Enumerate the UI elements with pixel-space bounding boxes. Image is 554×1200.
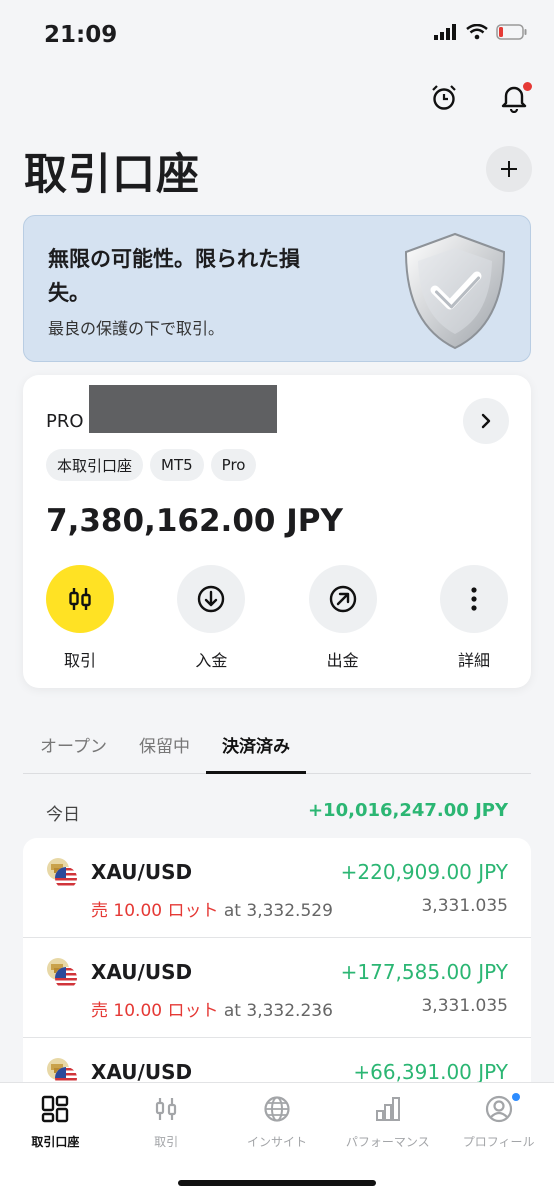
tabbar-insights[interactable]: インサイト [222, 1095, 332, 1150]
day-label: 今日 [46, 805, 80, 825]
promo-banner[interactable]: 無限の可能性。限られた損失。 最良の保護の下で取引。 [23, 215, 531, 362]
trade-action-button[interactable] [46, 565, 114, 633]
more-action-button[interactable] [439, 565, 508, 633]
tabbar-accounts[interactable]: 取引口座 [0, 1095, 110, 1150]
more-action-label: 詳細 [457, 651, 490, 670]
wifi-icon [466, 24, 488, 40]
candlestick-icon [69, 588, 91, 610]
profile-icon [485, 1095, 512, 1123]
tabbar-insights-label: インサイト [246, 1135, 307, 1149]
position-detail: 売 10.00 ロット at 3,332.236 [91, 996, 333, 1021]
tabbar-performance-label: パフォーマンス [345, 1135, 430, 1149]
position-detail: 売 10.00 ロット at 3,332.529 [91, 896, 333, 921]
globe-icon [264, 1096, 290, 1122]
more-vertical-icon [471, 587, 477, 611]
account-actions: 取引 入金 出金 詳細 [23, 565, 531, 671]
tabbar-trade[interactable]: 取引 [111, 1095, 221, 1150]
position-row[interactable]: XAU/USD +177,585.00 JPY 売 10.00 ロット at 3… [23, 938, 531, 1038]
position-row[interactable]: XAU/USD +220,909.00 JPY 売 10.00 ロット at 3… [23, 838, 531, 938]
tabbar-accounts-label: 取引口座 [31, 1135, 80, 1149]
account-tag: Pro [210, 449, 257, 481]
tab-pending[interactable]: 保留中 [123, 718, 206, 774]
arrow-down-circle-icon [198, 585, 225, 613]
position-open-price: at 3,332.236 [223, 1001, 333, 1021]
alarm-clock-icon [432, 85, 456, 110]
tab-closed[interactable]: 決済済み [205, 718, 306, 774]
notifications-button[interactable] [498, 82, 532, 114]
account-balance: 7,380,162.00 JPY [46, 503, 343, 539]
day-total: +10,016,247.00 JPY [307, 800, 508, 821]
deposit-action[interactable]: 入金 [176, 565, 246, 671]
position-pnl: +66,391.00 JPY [353, 1060, 508, 1084]
profile-notification-dot [511, 1093, 520, 1101]
withdraw-action[interactable]: 出金 [308, 565, 378, 671]
chevron-right-icon [481, 413, 491, 429]
signal-icon [434, 24, 456, 40]
gold-usd-flag-icon [47, 858, 77, 889]
position-symbol: XAU/USD [91, 1060, 193, 1084]
tabbar-trade-label: 取引 [154, 1135, 179, 1149]
withdraw-action-label: 出金 [326, 651, 359, 670]
candlestick-icon [156, 1098, 177, 1120]
page-title: 取引口座 [24, 150, 200, 200]
tabbar-performance[interactable]: パフォーマンス [333, 1095, 443, 1150]
account-tag: MT5 [150, 449, 204, 481]
banner-subtitle: 最良の保護の下で取引。 [48, 319, 225, 338]
tabbar-profile-label: プロフィール [462, 1135, 535, 1149]
deposit-action-button[interactable] [177, 565, 246, 633]
position-symbol: XAU/USD [91, 860, 193, 884]
position-close-price: 3,331.035 [421, 996, 508, 1016]
positions-tabs: オープン 保留中 決済済み [23, 718, 531, 774]
trade-action-label: 取引 [63, 651, 96, 670]
add-account-button[interactable] [486, 146, 532, 192]
position-side: 売 10.00 ロット [91, 1001, 219, 1021]
trade-action[interactable]: 取引 [45, 565, 115, 671]
status-time: 21:09 [44, 22, 118, 48]
bar-chart-icon [375, 1097, 400, 1121]
banner-title: 無限の可能性。限られた損失。 [48, 247, 300, 305]
alarm-button[interactable] [428, 82, 460, 114]
account-card[interactable]: PRO 本取引口座 MT5 Pro 7,380,162.00 JPY 取引 入金… [23, 375, 531, 688]
account-tags: 本取引口座 MT5 Pro [46, 449, 257, 481]
position-pnl: +177,585.00 JPY [340, 960, 508, 984]
deposit-action-label: 入金 [195, 651, 228, 670]
day-summary: 今日 +10,016,247.00 JPY [23, 800, 531, 825]
gold-usd-flag-icon [47, 958, 77, 989]
status-bar: 21:09 [0, 0, 554, 70]
position-pnl: +220,909.00 JPY [340, 860, 508, 884]
shield-check-icon [404, 232, 506, 350]
position-open-price: at 3,332.529 [223, 901, 333, 921]
position-side: 売 10.00 ロット [91, 901, 219, 921]
redacted-account-number [89, 385, 277, 433]
withdraw-action-button[interactable] [308, 565, 377, 633]
plus-icon [501, 161, 517, 177]
notification-dot [523, 82, 532, 91]
arrow-up-right-circle-icon [329, 585, 356, 613]
home-indicator [178, 1180, 376, 1186]
position-close-price: 3,331.035 [421, 896, 508, 916]
account-name: PRO [46, 411, 84, 432]
battery-icon [496, 24, 527, 40]
position-symbol: XAU/USD [91, 960, 193, 984]
account-tag: 本取引口座 [46, 449, 144, 481]
status-icons [434, 24, 528, 40]
tabbar-profile[interactable]: プロフィール [444, 1093, 554, 1150]
more-action[interactable]: 詳細 [439, 565, 509, 671]
tab-open[interactable]: オープン [23, 718, 123, 774]
top-actions [428, 82, 532, 114]
account-details-button[interactable] [463, 398, 509, 444]
accounts-grid-icon [42, 1095, 69, 1123]
